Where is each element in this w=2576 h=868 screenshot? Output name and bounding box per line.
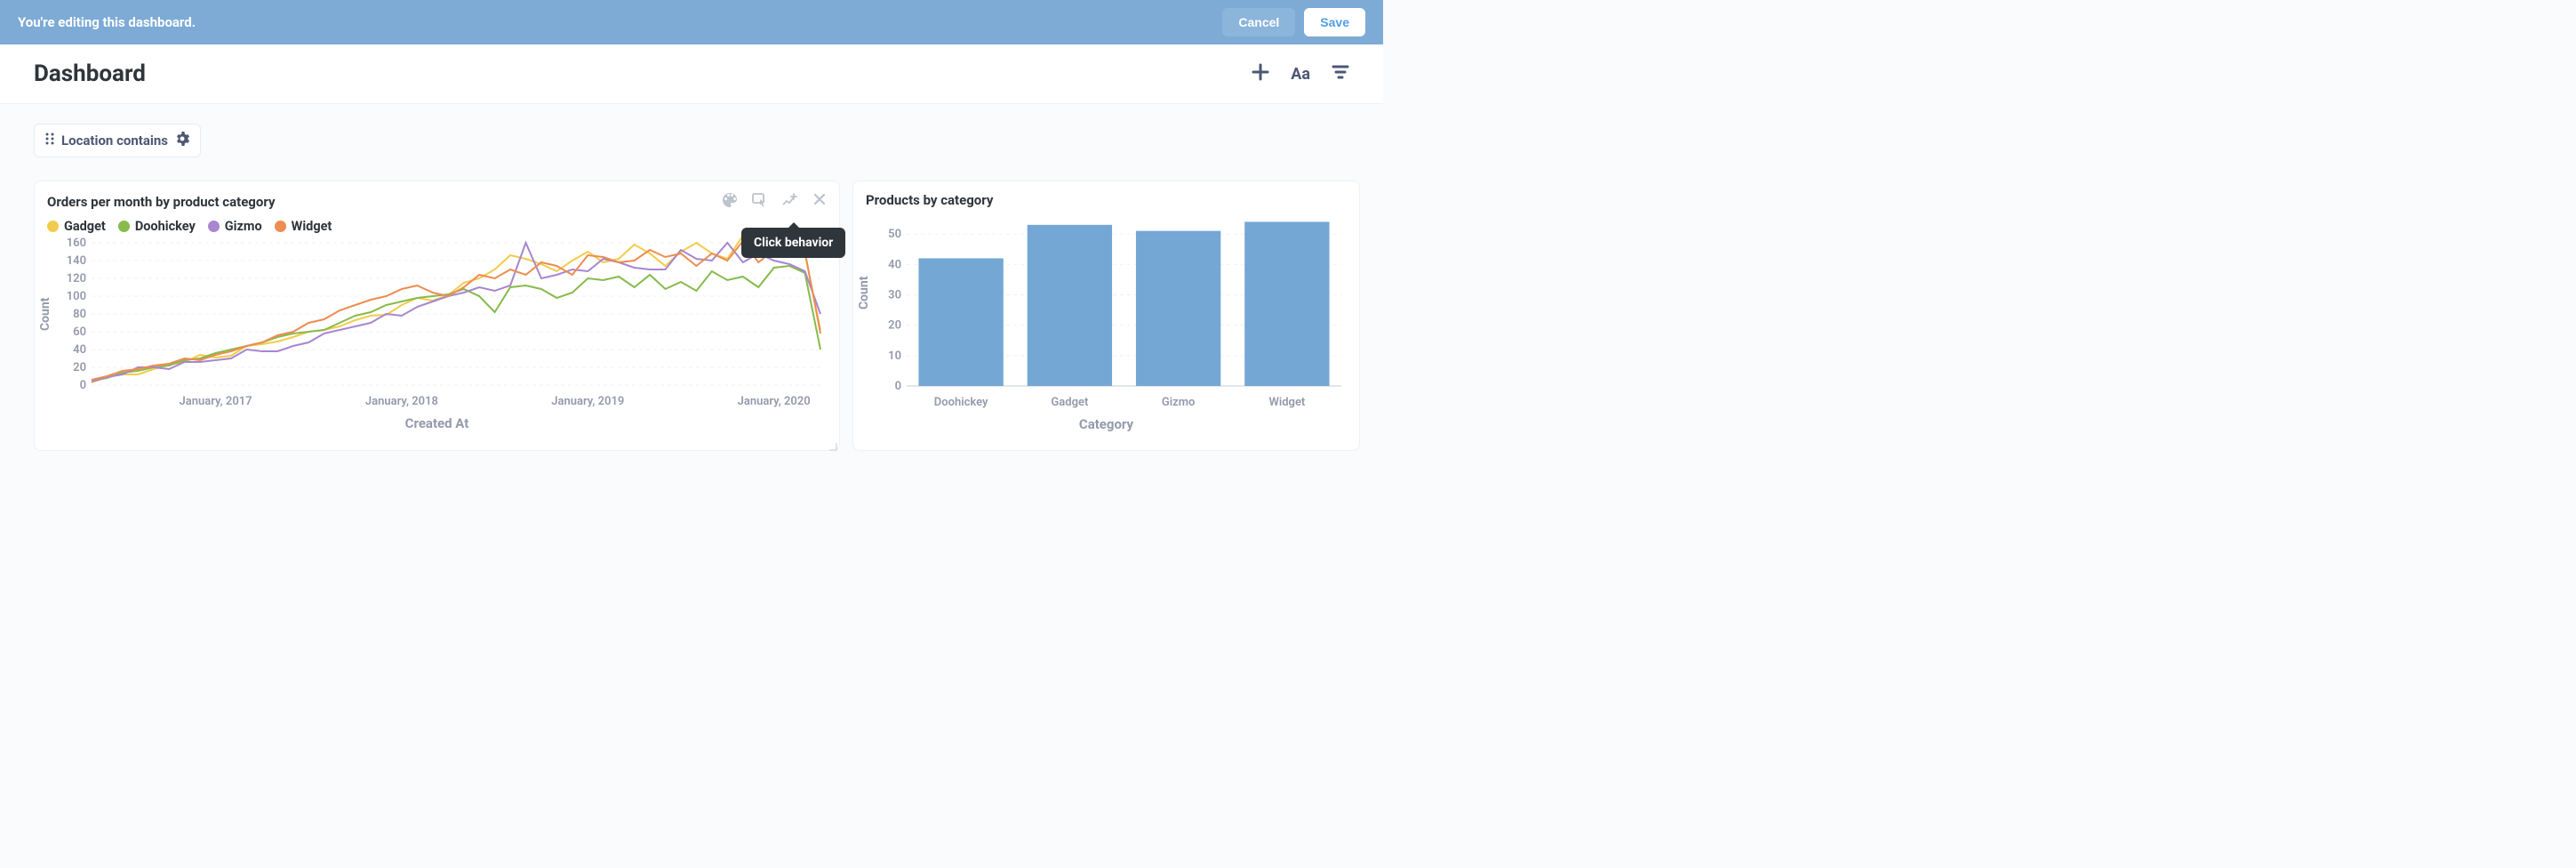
svg-text:40: 40 bbox=[888, 258, 901, 271]
svg-text:100: 100 bbox=[67, 290, 86, 303]
svg-text:Gizmo: Gizmo bbox=[1162, 396, 1195, 409]
title-bar: Dashboard Aa bbox=[0, 44, 1383, 104]
svg-text:160: 160 bbox=[67, 237, 86, 250]
palette-icon[interactable] bbox=[722, 192, 738, 212]
legend-dot bbox=[47, 221, 59, 232]
page-title: Dashboard bbox=[34, 60, 146, 87]
filter-icon[interactable] bbox=[1332, 63, 1349, 84]
grip-icon bbox=[45, 133, 54, 149]
legend-item-gadget[interactable]: Gadget bbox=[47, 219, 106, 234]
line-svg: 0 20 40 60 80 100 120 140 160 January, 2017 Januar… bbox=[47, 234, 829, 412]
cards-row: Orders per month by product category bbox=[34, 181, 1349, 451]
add-series-icon[interactable] bbox=[782, 192, 798, 212]
legend-item-doohickey[interactable]: Doohickey bbox=[118, 219, 196, 234]
card-header: Products by category bbox=[866, 192, 1347, 208]
close-icon[interactable] bbox=[812, 192, 827, 212]
cancel-button[interactable]: Cancel bbox=[1222, 8, 1295, 36]
legend-dot bbox=[208, 221, 220, 232]
x-axis-label: Category bbox=[866, 416, 1347, 432]
svg-text:January, 2020: January, 2020 bbox=[738, 395, 811, 408]
bar-svg: 0 10 20 30 40 50 Doohickey Gadget Gizmo Widget bbox=[866, 208, 1350, 413]
y-axis-label: Count bbox=[38, 298, 52, 332]
card-line-chart[interactable]: Orders per month by product category bbox=[34, 181, 840, 451]
x-axis-label: Created At bbox=[47, 415, 827, 431]
svg-text:January, 2019: January, 2019 bbox=[551, 395, 624, 408]
card-title: Products by category bbox=[866, 192, 993, 208]
svg-text:0: 0 bbox=[80, 379, 86, 392]
legend-item-widget[interactable]: Widget bbox=[275, 219, 332, 234]
edit-banner: You're editing this dashboard. Cancel Sa… bbox=[0, 0, 1383, 44]
svg-text:50: 50 bbox=[888, 228, 901, 241]
svg-text:40: 40 bbox=[73, 343, 86, 357]
bar-chart-plot: Count 01020304050DoohickeyGadgetGizmoWid… bbox=[866, 208, 1347, 432]
svg-text:January, 2018: January, 2018 bbox=[365, 395, 438, 408]
text-style-icon[interactable]: Aa bbox=[1291, 65, 1310, 84]
svg-text:140: 140 bbox=[67, 254, 86, 268]
title-actions: Aa bbox=[1252, 63, 1349, 84]
content-area: Location contains Orders per month by pr… bbox=[0, 104, 1383, 470]
tooltip-text: Click behavior bbox=[754, 236, 833, 250]
card-tools bbox=[722, 192, 827, 212]
legend-label: Doohickey bbox=[135, 219, 196, 234]
legend-label: Widget bbox=[292, 219, 332, 234]
edit-banner-text: You're editing this dashboard. bbox=[18, 14, 196, 30]
edit-banner-actions: Cancel Save bbox=[1222, 8, 1365, 36]
svg-text:20: 20 bbox=[888, 319, 901, 333]
svg-text:0: 0 bbox=[895, 380, 901, 393]
filter-chip-label: Location contains bbox=[61, 133, 168, 149]
legend: Gadget Doohickey Gizmo Widget bbox=[47, 219, 827, 234]
card-bar-chart[interactable]: Products by category Count 0 10 20 30 40 50 Do… bbox=[852, 181, 1360, 451]
legend-label: Gizmo bbox=[225, 219, 262, 234]
y-axis-label: Count bbox=[857, 276, 871, 309]
location-filter-chip[interactable]: Location contains bbox=[34, 124, 201, 157]
svg-text:20: 20 bbox=[73, 361, 86, 374]
gear-icon[interactable] bbox=[175, 132, 189, 149]
legend-dot bbox=[118, 221, 130, 232]
svg-text:30: 30 bbox=[888, 288, 901, 301]
svg-text:10: 10 bbox=[888, 350, 901, 363]
svg-text:Gadget: Gadget bbox=[1051, 396, 1089, 409]
svg-text:Widget: Widget bbox=[1268, 396, 1305, 409]
svg-text:60: 60 bbox=[73, 326, 86, 339]
legend-label: Gadget bbox=[64, 219, 106, 234]
card-header: Orders per month by product category bbox=[47, 192, 827, 212]
svg-text:January, 2017: January, 2017 bbox=[180, 395, 252, 408]
click-behavior-icon[interactable] bbox=[752, 192, 768, 212]
line-chart-plot: Count 020406080100120140160January, 2017… bbox=[47, 234, 827, 431]
add-icon[interactable] bbox=[1252, 63, 1269, 84]
click-behavior-tooltip: Click behavior bbox=[741, 228, 845, 258]
save-button[interactable]: Save bbox=[1304, 8, 1365, 36]
card-title: Orders per month by product category bbox=[47, 194, 276, 210]
legend-dot bbox=[275, 221, 286, 232]
resize-handle[interactable] bbox=[827, 438, 837, 448]
svg-text:80: 80 bbox=[73, 308, 86, 321]
legend-item-gizmo[interactable]: Gizmo bbox=[208, 219, 262, 234]
svg-text:120: 120 bbox=[67, 272, 86, 285]
svg-text:Doohickey: Doohickey bbox=[934, 396, 988, 409]
